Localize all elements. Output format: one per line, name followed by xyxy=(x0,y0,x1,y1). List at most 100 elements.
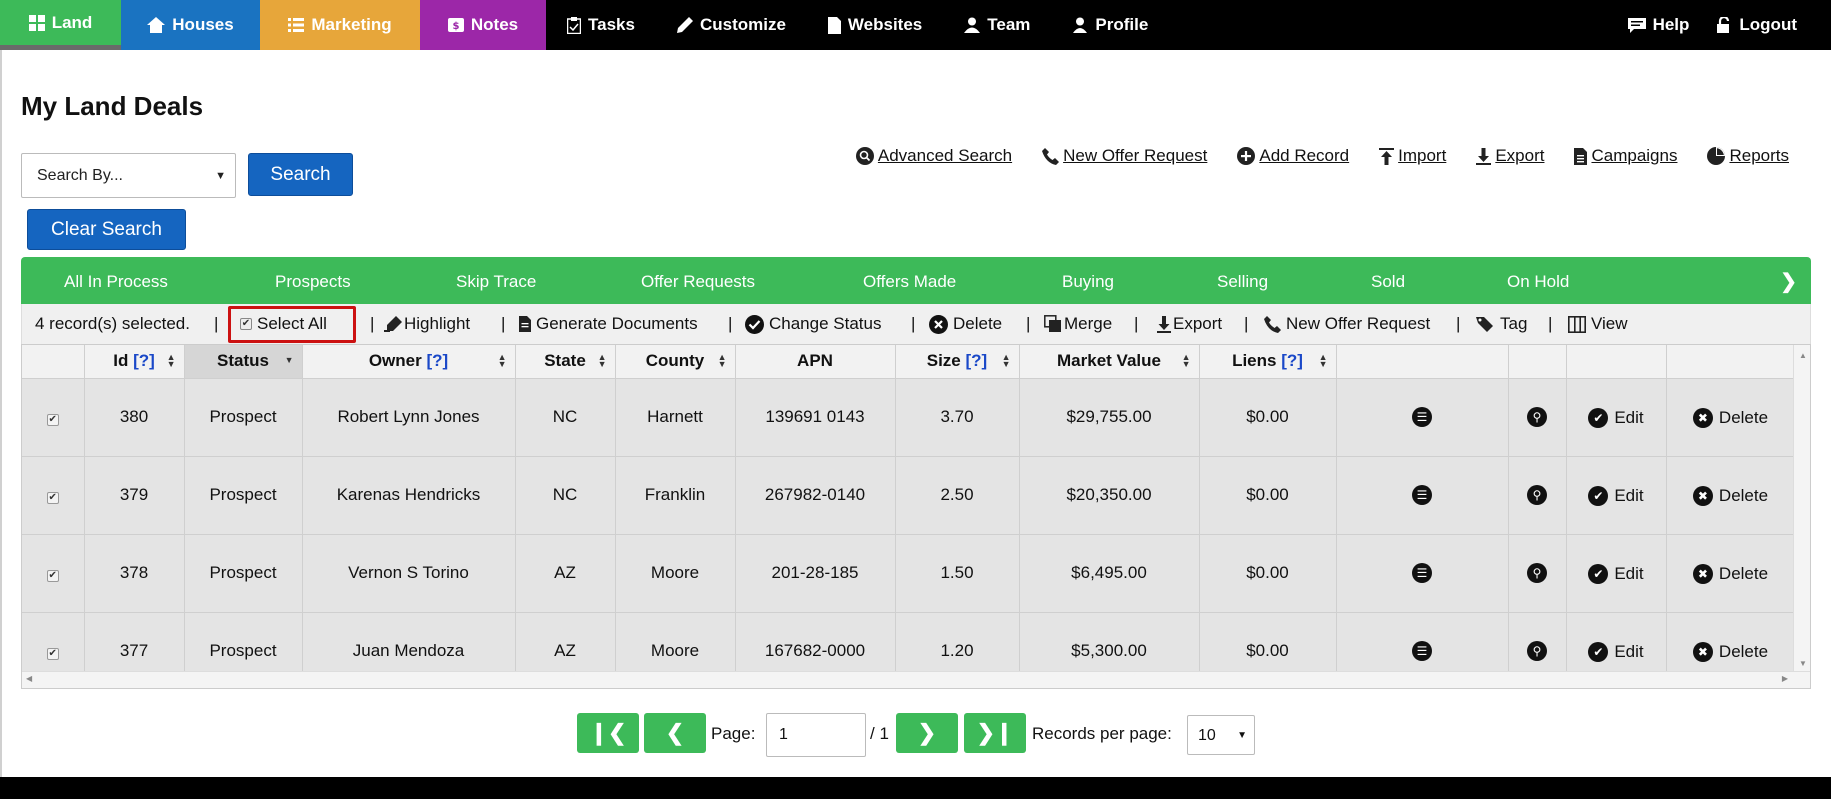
nav-notes[interactable]: $ Notes xyxy=(420,0,546,50)
nav-marketing[interactable]: Marketing xyxy=(260,0,420,50)
import-link[interactable]: Import xyxy=(1379,146,1446,166)
pie-chart-icon xyxy=(1707,147,1726,165)
nav-profile[interactable]: Profile xyxy=(1051,0,1169,50)
view-search-icon[interactable]: ⚲ xyxy=(1527,407,1547,428)
export-link[interactable]: Export xyxy=(1476,146,1544,166)
horizontal-scrollbar[interactable]: ◀ ▶ xyxy=(22,671,1810,688)
nav-websites[interactable]: Websites xyxy=(807,0,943,50)
cell-market-value: $6,495.00 xyxy=(1019,534,1200,613)
notes-list-icon[interactable]: ☰ xyxy=(1412,485,1432,506)
nav-help[interactable]: Help xyxy=(1614,0,1704,50)
delete-row-button[interactable]: ✖ Delete xyxy=(1692,641,1768,662)
tab-all-in-process[interactable]: All In Process xyxy=(64,272,168,292)
delete-button[interactable]: Delete xyxy=(929,314,1002,334)
toolbar-new-offer-request-button[interactable]: New Offer Request xyxy=(1264,314,1430,334)
delete-row-button[interactable]: ✖ Delete xyxy=(1692,407,1768,428)
campaigns-link[interactable]: Campaigns xyxy=(1574,146,1677,166)
row-checkbox[interactable]: ✔ xyxy=(46,570,59,582)
header-apn[interactable]: APN xyxy=(735,345,896,379)
nav-tasks[interactable]: Tasks xyxy=(546,0,656,50)
tab-prospects[interactable]: Prospects xyxy=(275,272,351,292)
header-liens[interactable]: Liens [?] ▲ ▼ xyxy=(1199,345,1337,379)
id-help-link[interactable]: [?] xyxy=(133,351,155,370)
scroll-down-icon[interactable]: ▼ xyxy=(1799,659,1807,668)
edit-button[interactable]: ✔ Edit xyxy=(1588,485,1644,506)
search-button[interactable]: Search xyxy=(248,153,353,196)
advanced-search-link[interactable]: Advanced Search xyxy=(855,146,1012,166)
clear-search-button[interactable]: Clear Search xyxy=(27,209,186,250)
scroll-left-icon[interactable]: ◀ xyxy=(26,674,32,683)
header-state[interactable]: State ▲ ▼ xyxy=(515,345,616,379)
header-size[interactable]: Size [?] ▲ ▼ xyxy=(895,345,1020,379)
view-button[interactable]: View xyxy=(1568,314,1628,334)
owner-help-link[interactable]: [?] xyxy=(426,351,448,370)
view-search-icon[interactable]: ⚲ xyxy=(1527,485,1547,506)
delete-row-button[interactable]: ✖ Delete xyxy=(1692,485,1768,506)
tab-on-hold[interactable]: On Hold xyxy=(1507,272,1569,292)
view-search-icon[interactable]: ⚲ xyxy=(1527,563,1547,584)
next-page-button[interactable]: ❯ xyxy=(896,713,958,753)
table-row[interactable]: ✔ 378 Prospect Vernon S Torino AZ Moore … xyxy=(22,534,1796,613)
row-select-cell[interactable]: ✔ xyxy=(22,378,85,457)
notes-list-icon[interactable]: ☰ xyxy=(1412,641,1432,662)
generate-documents-button[interactable]: Generate Documents xyxy=(519,314,698,334)
search-by-select[interactable]: Search By... ▼ xyxy=(21,153,236,198)
last-page-button[interactable]: ❯❙ xyxy=(964,713,1026,753)
select-all-button[interactable]: ✔ Select All xyxy=(240,314,327,334)
scroll-right-icon[interactable]: ▶ xyxy=(1782,674,1788,683)
tab-sold[interactable]: Sold xyxy=(1371,272,1405,292)
notes-list-icon[interactable]: ☰ xyxy=(1412,563,1432,584)
vertical-scrollbar[interactable]: ▲ ▼ xyxy=(1793,345,1810,688)
header-county[interactable]: County ▲ ▼ xyxy=(615,345,736,379)
view-search-icon[interactable]: ⚲ xyxy=(1527,641,1547,662)
tab-offer-requests[interactable]: Offer Requests xyxy=(641,272,755,292)
header-owner[interactable]: Owner [?] ▲ ▼ xyxy=(302,345,516,379)
liens-help-link[interactable]: [?] xyxy=(1281,351,1303,370)
edit-button[interactable]: ✔ Edit xyxy=(1588,641,1644,662)
row-checkbox[interactable]: ✔ xyxy=(46,492,59,504)
select-all-checkbox[interactable]: ✔ xyxy=(240,318,252,330)
tab-buying[interactable]: Buying xyxy=(1062,272,1114,292)
nav-land[interactable]: Land xyxy=(0,0,121,50)
nav-houses[interactable]: Houses xyxy=(121,0,260,50)
prev-page-button[interactable]: ❮ xyxy=(644,713,706,753)
tab-selling[interactable]: Selling xyxy=(1217,272,1268,292)
tabs-scroll-right-icon[interactable]: ❯ xyxy=(1780,269,1797,294)
campaigns-label: Campaigns xyxy=(1591,146,1678,165)
merge-button[interactable]: Merge xyxy=(1044,314,1112,334)
cell-notes: ☰ xyxy=(1336,378,1509,457)
table-row[interactable]: ✔ 379 Prospect Karenas Hendricks NC Fran… xyxy=(22,456,1796,535)
page-input[interactable]: 1 xyxy=(766,713,866,757)
edit-button[interactable]: ✔ Edit xyxy=(1588,563,1644,584)
tab-offers-made[interactable]: Offers Made xyxy=(863,272,956,292)
row-checkbox[interactable]: ✔ xyxy=(46,414,59,426)
first-page-button[interactable]: ❙❮ xyxy=(577,713,639,753)
header-market-value[interactable]: Market Value ▲ ▼ xyxy=(1019,345,1200,379)
reports-link[interactable]: Reports xyxy=(1707,146,1789,166)
size-help-link[interactable]: [?] xyxy=(966,351,988,370)
delete-row-button[interactable]: ✖ Delete xyxy=(1692,563,1769,584)
highlight-button[interactable]: Highlight xyxy=(384,314,470,334)
header-status[interactable]: Status ▼ xyxy=(184,345,303,379)
scroll-up-icon[interactable]: ▲ xyxy=(1799,351,1807,360)
toolbar-export-button[interactable]: Export xyxy=(1157,314,1222,334)
tab-skip-trace[interactable]: Skip Trace xyxy=(456,272,536,292)
notes-list-icon[interactable]: ☰ xyxy=(1412,407,1432,428)
records-per-page-select[interactable]: 10 ▼ xyxy=(1187,715,1255,755)
nav-logout[interactable]: Logout xyxy=(1703,0,1831,50)
header-id[interactable]: Id [?] ▲ ▼ xyxy=(84,345,185,379)
new-offer-request-link[interactable]: New Offer Request xyxy=(1042,146,1207,166)
delete-label: Delete xyxy=(1718,563,1769,583)
row-checkbox[interactable]: ✔ xyxy=(46,648,59,660)
cell-liens: $0.00 xyxy=(1199,456,1337,535)
nav-customize[interactable]: Customize xyxy=(656,0,807,50)
edit-button[interactable]: ✔ Edit xyxy=(1588,407,1644,428)
add-record-link[interactable]: Add Record xyxy=(1237,146,1349,166)
row-select-cell[interactable]: ✔ xyxy=(22,534,85,613)
change-status-button[interactable]: Change Status xyxy=(745,314,881,334)
header-id-label: Id xyxy=(113,351,129,371)
nav-team[interactable]: Team xyxy=(943,0,1051,50)
table-row[interactable]: ✔ 380 Prospect Robert Lynn Jones NC Harn… xyxy=(22,378,1796,457)
tag-button[interactable]: Tag xyxy=(1476,314,1527,334)
row-select-cell[interactable]: ✔ xyxy=(22,456,85,535)
